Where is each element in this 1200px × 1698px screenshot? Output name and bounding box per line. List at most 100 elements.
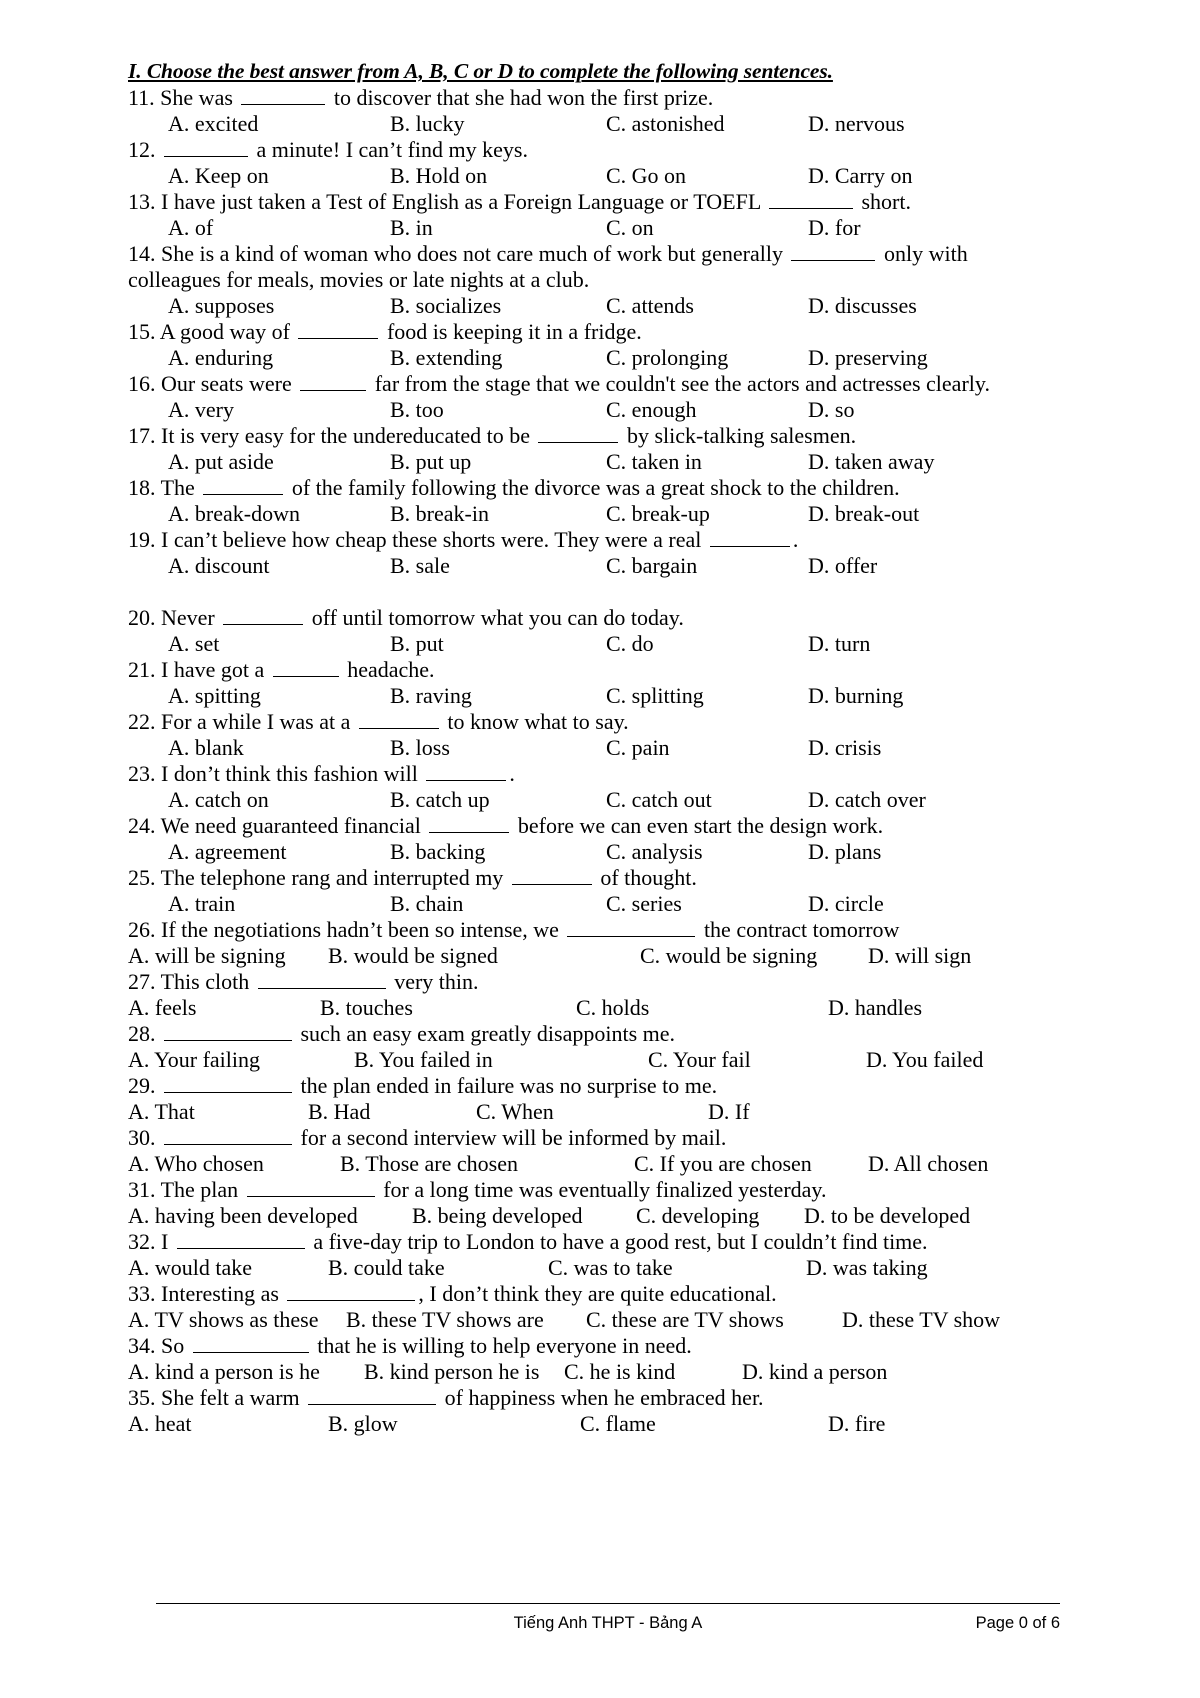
option-choice[interactable]: A. break-down [168,501,300,527]
option-choice[interactable]: D. fire [828,1411,885,1437]
option-choice[interactable]: A. That [128,1099,195,1125]
option-choice[interactable]: B. kind person he is [364,1359,539,1385]
option-choice[interactable]: C. When [476,1099,554,1125]
option-choice[interactable]: D. handles [828,995,922,1021]
option-choice[interactable]: C. do [606,631,654,657]
option-choice[interactable]: A. having been developed [128,1203,358,1229]
option-choice[interactable]: B. glow [328,1411,398,1437]
option-choice[interactable]: B. could take [328,1255,445,1281]
option-choice[interactable]: A. will be signing [128,943,286,969]
option-choice[interactable]: B. Had [308,1099,370,1125]
option-choice[interactable]: C. pain [606,735,670,761]
option-choice[interactable]: D. discusses [808,293,917,319]
option-choice[interactable]: C. Go on [606,163,686,189]
option-choice[interactable]: A. supposes [168,293,274,319]
option-choice[interactable]: D. offer [808,553,877,579]
option-choice[interactable]: D. taken away [808,449,934,475]
option-choice[interactable]: B. raving [390,683,472,709]
option-choice[interactable]: D. for [808,215,861,241]
option-choice[interactable]: C. these are TV shows [586,1307,784,1333]
option-choice[interactable]: D. break-out [808,501,919,527]
option-choice[interactable]: D. was taking [806,1255,928,1281]
option-choice[interactable]: D. You failed [866,1047,983,1073]
option-choice[interactable]: D. kind a person [742,1359,887,1385]
option-choice[interactable]: C. was to take [548,1255,673,1281]
option-choice[interactable]: A. Keep on [168,163,269,189]
option-choice[interactable]: A. very [168,397,234,423]
option-choice[interactable]: C. astonished [606,111,725,137]
option-choice[interactable]: A. heat [128,1411,192,1437]
option-choice[interactable]: B. put up [390,449,471,475]
option-choice[interactable]: A. Your failing [128,1047,260,1073]
option-choice[interactable]: D. circle [808,891,884,917]
option-choice[interactable]: A. excited [168,111,258,137]
option-choice[interactable]: D. All chosen [868,1151,988,1177]
option-choice[interactable]: D. plans [808,839,881,865]
option-choice[interactable]: C. he is kind [564,1359,675,1385]
option-choice[interactable]: D. crisis [808,735,881,761]
option-choice[interactable]: C. If you are chosen [634,1151,812,1177]
option-choice[interactable]: C. attends [606,293,694,319]
option-choice[interactable]: A. discount [168,553,269,579]
option-choice[interactable]: A. catch on [168,787,269,813]
option-choice[interactable]: D. preserving [808,345,928,371]
option-choice[interactable]: C. enough [606,397,696,423]
option-choice[interactable]: A. TV shows as these [128,1307,318,1333]
option-choice[interactable]: B. put [390,631,444,657]
option-choice[interactable]: C. catch out [606,787,712,813]
option-choice[interactable]: B. would be signed [328,943,498,969]
option-choice[interactable]: D. will sign [868,943,971,969]
option-choice[interactable]: B. backing [390,839,485,865]
option-choice[interactable]: D. to be developed [804,1203,970,1229]
option-choice[interactable]: B. break-in [390,501,489,527]
option-choice[interactable]: C. on [606,215,654,241]
option-choice[interactable]: C. Your fail [648,1047,751,1073]
option-choice[interactable]: B. these TV shows are [346,1307,544,1333]
option-choice[interactable]: A. train [168,891,235,917]
option-choice[interactable]: A. agreement [168,839,287,865]
option-choice[interactable]: C. series [606,891,682,917]
option-choice[interactable]: B. Hold on [390,163,487,189]
option-choice[interactable]: B. Those are chosen [340,1151,518,1177]
option-choice[interactable]: B. You failed in [354,1047,493,1073]
option-choice[interactable]: D. nervous [808,111,905,137]
option-choice[interactable]: C. analysis [606,839,703,865]
option-choice[interactable]: D. these TV show [842,1307,1000,1333]
option-choice[interactable]: B. too [390,397,444,423]
option-choice[interactable]: B. extending [390,345,502,371]
option-choice[interactable]: A. feels [128,995,196,1021]
option-choice[interactable]: A. spitting [168,683,261,709]
option-choice[interactable]: A. of [168,215,213,241]
option-choice[interactable]: D. Carry on [808,163,912,189]
option-choice[interactable]: A. blank [168,735,244,761]
option-choice[interactable]: B. in [390,215,433,241]
option-choice[interactable]: B. catch up [390,787,490,813]
option-choice[interactable]: A. kind a person is he [128,1359,320,1385]
option-choice[interactable]: D. turn [808,631,870,657]
option-choice[interactable]: C. bargain [606,553,697,579]
option-choice[interactable]: D. burning [808,683,903,709]
option-choice[interactable]: C. developing [636,1203,759,1229]
option-choice[interactable]: B. touches [320,995,413,1021]
option-choice[interactable]: C. break-up [606,501,710,527]
option-choice[interactable]: A. enduring [168,345,273,371]
option-choice[interactable]: B. loss [390,735,450,761]
option-choice[interactable]: D. so [808,397,854,423]
option-choice[interactable]: C. taken in [606,449,702,475]
option-choice[interactable]: B. lucky [390,111,465,137]
option-choice[interactable]: D. If [708,1099,750,1125]
option-choice[interactable]: C. would be signing [640,943,817,969]
option-choice[interactable]: A. set [168,631,219,657]
option-choice[interactable]: C. holds [576,995,649,1021]
option-choice[interactable]: C. prolonging [606,345,728,371]
option-choice[interactable]: C. splitting [606,683,704,709]
option-choice[interactable]: C. flame [580,1411,656,1437]
option-choice[interactable]: A. Who chosen [128,1151,264,1177]
option-choice[interactable]: B. socializes [390,293,501,319]
option-choice[interactable]: A. put aside [168,449,274,475]
option-choice[interactable]: B. being developed [412,1203,582,1229]
option-choice[interactable]: B. chain [390,891,463,917]
option-choice[interactable]: B. sale [390,553,450,579]
option-choice[interactable]: D. catch over [808,787,926,813]
option-choice[interactable]: A. would take [128,1255,252,1281]
